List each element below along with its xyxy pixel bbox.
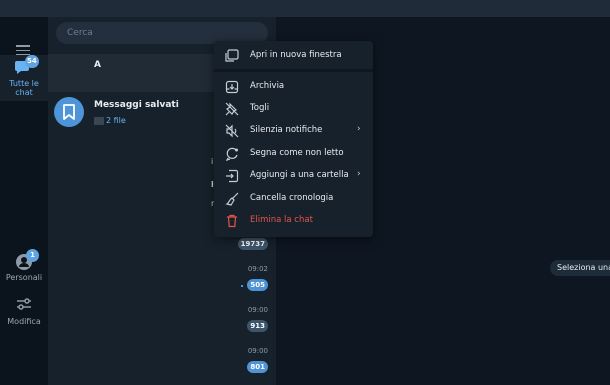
menu-item-label: Segna come non letto — [250, 148, 344, 158]
unread-counter: 505 — [247, 279, 268, 291]
menu-item-delete-chat[interactable]: Elimina la chat — [214, 211, 373, 231]
menu-separator — [214, 69, 373, 72]
folder-edit[interactable]: Modifica — [0, 297, 48, 326]
menu-item-label: Archivia — [250, 81, 285, 91]
menu-item-label: Elimina la chat — [250, 215, 313, 225]
chats-icon: 54 — [14, 55, 39, 77]
unread-counter: 801 — [247, 361, 268, 373]
menu-item-label: Aggiungi a una cartella — [250, 170, 349, 180]
unread-dot — [241, 285, 243, 287]
menu-icon[interactable] — [16, 45, 30, 56]
new-window-icon — [225, 49, 239, 62]
chat-time: 09:00 — [247, 347, 268, 355]
menu-item-label: Cancella cronologia — [250, 193, 334, 203]
empty-state-hint: Seleziona una chat — [550, 260, 610, 276]
folder-all-chats[interactable]: 54 Tutte le chat — [0, 55, 48, 101]
chat-context-menu: Apri in nuova finestra Archivia Togli Si… — [214, 41, 373, 237]
folder-personal-badge: 1 — [26, 249, 39, 262]
folder-all-badge: 54 — [25, 55, 39, 68]
unread-counter: 913 — [247, 320, 268, 332]
folder-personal-label: Personali — [5, 273, 43, 282]
menu-item-mark-unread[interactable]: Segna come non letto — [214, 144, 373, 164]
menu-item-label: Silenzia notifiche — [250, 125, 323, 135]
broom-icon — [225, 192, 239, 206]
sliders-icon — [14, 297, 34, 315]
chevron-right-icon: › — [357, 124, 361, 134]
folder-all-label-2: chat — [15, 88, 33, 97]
folders-sidebar: 54 Tutte le chat 1 Personali Modifica — [0, 17, 48, 385]
folder-edit-label: Modifica — [7, 317, 41, 326]
chat-time: 09:00 — [247, 306, 268, 314]
mute-icon — [225, 124, 239, 138]
chevron-right-icon: › — [357, 169, 361, 179]
menu-item-clear-history[interactable]: Cancella cronologia — [214, 189, 373, 209]
menu-item-add-to-folder[interactable]: Aggiungi a una cartella › — [214, 166, 373, 186]
menu-item-archive[interactable]: Archivia — [214, 77, 373, 97]
unread-counter: 19737 — [237, 238, 268, 250]
add-folder-icon — [226, 169, 239, 183]
folder-all-label-1: Tutte le — [9, 79, 39, 88]
person-icon: 1 — [14, 249, 39, 271]
menu-item-label: Apri in nuova finestra — [250, 50, 342, 60]
archive-icon — [225, 80, 239, 94]
folder-personal[interactable]: 1 Personali — [0, 249, 48, 282]
menu-item-mute[interactable]: Silenzia notifiche › — [214, 121, 373, 141]
mark-unread-icon — [225, 147, 238, 161]
trash-icon — [227, 214, 237, 228]
unpin-icon — [225, 102, 239, 116]
menu-item-unpin[interactable]: Togli — [214, 99, 373, 119]
chat-time: 09:02 — [247, 265, 268, 273]
menu-item-label: Togli — [250, 103, 270, 113]
menu-item-open-new-window[interactable]: Apri in nuova finestra — [214, 46, 373, 66]
